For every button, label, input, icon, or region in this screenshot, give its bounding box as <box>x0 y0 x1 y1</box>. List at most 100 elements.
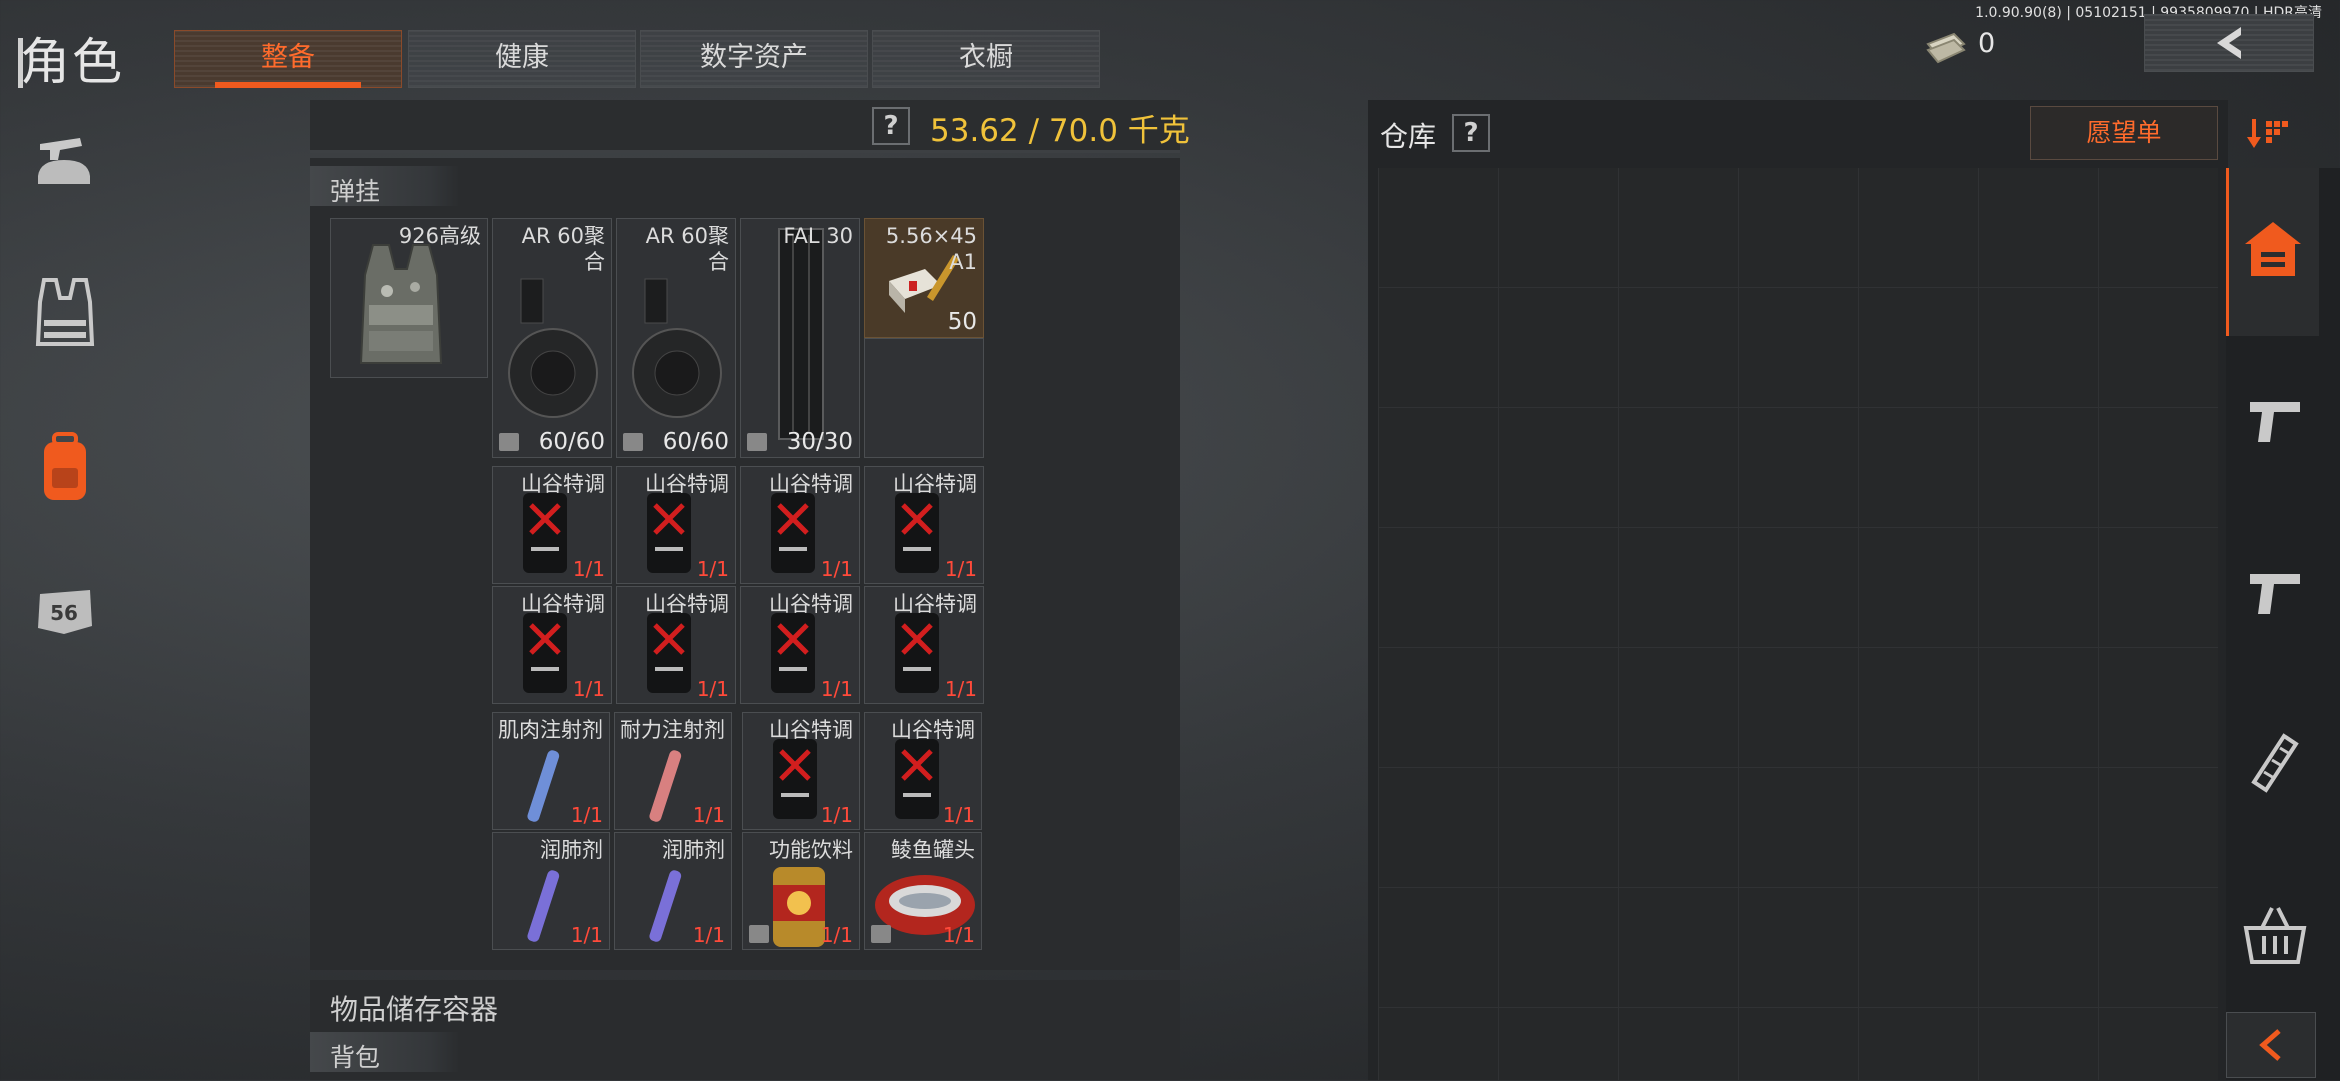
tab-wardrobe[interactable]: 衣橱 <box>872 30 1100 88</box>
item-count: 1/1 <box>696 677 729 701</box>
item-name: AR 60聚合 <box>521 224 605 274</box>
warehouse-title: 仓库 <box>1380 120 1437 153</box>
tab-label: 整备 <box>261 42 315 73</box>
vest-icon[interactable] <box>30 272 100 352</box>
item-name: 山谷特调 <box>645 472 729 496</box>
collapse-button[interactable] <box>2226 1012 2316 1078</box>
syringe-icon <box>649 870 682 942</box>
energy-can-icon <box>895 493 939 573</box>
magazine-slot[interactable]: AR 60聚合 60/60 <box>616 218 736 458</box>
item-name: 山谷特调 <box>891 718 975 742</box>
back-button[interactable] <box>2144 14 2314 72</box>
item-count: 1/1 <box>696 557 729 581</box>
item-name: 山谷特调 <box>769 592 853 616</box>
item-count: 60/60 <box>538 429 605 455</box>
carry-weight: 53.62 / 70.0 千克 <box>930 113 1190 149</box>
backpack-section-title: 背包 <box>330 1043 381 1072</box>
item-slot[interactable]: 山谷特调 1/1 <box>864 586 984 704</box>
ammo-slot[interactable]: 5.56×45 A1 50 <box>864 218 984 338</box>
item-slot[interactable]: 山谷特调 1/1 <box>740 586 860 704</box>
tab-digital-assets[interactable]: 数字资产 <box>640 30 868 88</box>
energy-can-icon <box>895 739 939 819</box>
tab-health[interactable]: 健康 <box>408 30 636 88</box>
item-name: 润肺剂 <box>662 838 725 862</box>
item-slot[interactable]: 润肺剂 1/1 <box>492 832 610 950</box>
item-name: 山谷特调 <box>769 472 853 496</box>
magazine-icon[interactable] <box>2240 728 2310 798</box>
item-name: 鲮鱼罐头 <box>891 838 975 862</box>
item-name: 润肺剂 <box>540 838 603 862</box>
item-name: 山谷特调 <box>521 472 605 496</box>
item-name: 肌肉注射剂 <box>498 718 603 742</box>
item-count: 1/1 <box>570 923 603 947</box>
item-slot[interactable]: 山谷特调 1/1 <box>740 466 860 584</box>
item-slot[interactable]: 山谷特调 1/1 <box>616 586 736 704</box>
item-count: 1/1 <box>570 803 603 827</box>
item-slot[interactable]: 山谷特调 1/1 <box>492 586 612 704</box>
item-name: 山谷特调 <box>769 718 853 742</box>
item-count: 60/60 <box>662 429 729 455</box>
item-name: 功能饮料 <box>769 838 853 862</box>
energy-can-icon <box>895 613 939 693</box>
item-count: 1/1 <box>942 923 975 947</box>
tab-label: 健康 <box>495 42 549 73</box>
item-count: 1/1 <box>820 677 853 701</box>
category-all-tab[interactable] <box>2226 168 2319 336</box>
badge-icon[interactable]: 56 <box>30 572 100 652</box>
item-name: 926高级 <box>398 224 481 248</box>
magazine-slot[interactable]: FAL 30 30/30 <box>740 218 860 458</box>
tab-loadout[interactable]: 整备 <box>174 30 402 88</box>
bound-badge <box>749 925 769 943</box>
backpack-icon[interactable] <box>30 428 100 508</box>
item-name: 山谷特调 <box>521 592 605 616</box>
item-slot[interactable]: 山谷特调 1/1 <box>864 466 984 584</box>
bound-badge <box>747 433 767 451</box>
item-count: 1/1 <box>572 557 605 581</box>
weapon-helmet-icon[interactable] <box>30 124 100 204</box>
rifle-magazine-icon <box>778 228 824 440</box>
money-amount: 0 <box>1978 28 1996 59</box>
item-count: 1/1 <box>572 677 605 701</box>
item-slot[interactable]: 山谷特调 1/1 <box>742 712 860 830</box>
home-icon <box>2245 222 2301 276</box>
empty-slot[interactable] <box>864 338 984 458</box>
item-name: 山谷特调 <box>893 472 977 496</box>
item-slot[interactable]: 山谷特调 1/1 <box>616 466 736 584</box>
storage-container-title: 物品储存容器 <box>330 993 499 1026</box>
bound-badge <box>623 433 643 451</box>
item-count: 1/1 <box>692 923 725 947</box>
item-slot[interactable]: 山谷特调 1/1 <box>864 712 982 830</box>
sort-icon[interactable] <box>2246 115 2294 151</box>
pistol-icon[interactable] <box>2240 556 2310 626</box>
item-count: 1/1 <box>942 803 975 827</box>
item-slot[interactable]: 功能饮料 1/1 <box>742 832 860 950</box>
item-slot[interactable]: 肌肉注射剂 1/1 <box>492 712 610 830</box>
item-name: FAL 30 <box>783 224 853 248</box>
energy-can-icon <box>771 493 815 573</box>
rig-section-title: 弹挂 <box>330 177 381 206</box>
item-name: 山谷特调 <box>893 592 977 616</box>
item-slot[interactable]: 耐力注射剂 1/1 <box>614 712 732 830</box>
cash-icon <box>1926 32 1966 64</box>
bound-badge <box>499 433 519 451</box>
warehouse-grid[interactable] <box>1378 168 2218 1080</box>
wishlist-button[interactable]: 愿望单 <box>2030 106 2218 160</box>
rig-item-slot[interactable]: 926高级 <box>330 218 488 378</box>
item-slot[interactable]: 鲮鱼罐头 1/1 <box>864 832 982 950</box>
collapse-arrow-icon <box>2259 1029 2281 1061</box>
pistol-icon[interactable] <box>2240 384 2310 454</box>
weight-help-button[interactable]: ? <box>872 107 910 145</box>
item-slot[interactable]: 润肺剂 1/1 <box>614 832 732 950</box>
syringe-icon <box>649 750 682 822</box>
magazine-slot[interactable]: AR 60聚合 60/60 <box>492 218 612 458</box>
warehouse-help-button[interactable]: ? <box>1452 114 1490 152</box>
energy-can-icon <box>523 493 567 573</box>
item-count: 1/1 <box>944 677 977 701</box>
drum-magazine-icon <box>632 278 722 418</box>
energy-can-icon <box>647 613 691 693</box>
item-name: 5.56×45 A1 <box>885 224 977 274</box>
item-slot[interactable]: 山谷特调 1/1 <box>492 466 612 584</box>
basket-icon[interactable] <box>2240 900 2310 970</box>
item-count: 1/1 <box>820 557 853 581</box>
syringe-icon <box>527 870 560 942</box>
